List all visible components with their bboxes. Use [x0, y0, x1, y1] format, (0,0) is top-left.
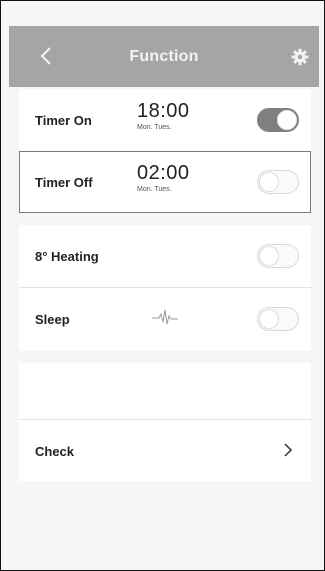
- back-icon[interactable]: [37, 44, 57, 68]
- check-panel: Check: [19, 363, 311, 481]
- app-header: Function: [9, 26, 319, 87]
- timer-on-days: Mon. Tues.: [137, 124, 172, 131]
- mode-panel: 8° Heating Sleep: [19, 225, 311, 351]
- toggle-knob: [259, 309, 279, 329]
- sleep-toggle[interactable]: [257, 307, 299, 331]
- sleep-label: Sleep: [35, 311, 70, 327]
- timer-off-row[interactable]: Timer Off 02:00 Mon. Tues.: [19, 151, 311, 213]
- timer-on-time-block: 18:00 Mon. Tues.: [137, 100, 190, 131]
- page-title: Function: [129, 47, 199, 65]
- timer-panel: Timer On 18:00 Mon. Tues. Timer Off 02:0…: [19, 89, 311, 213]
- timer-off-time-block: 02:00 Mon. Tues.: [137, 162, 190, 193]
- timer-on-label: Timer On: [35, 112, 92, 128]
- toggle-knob: [277, 110, 297, 130]
- toggle-knob: [259, 246, 279, 266]
- heating-label: 8° Heating: [35, 248, 99, 264]
- chevron-right-icon: [284, 443, 293, 457]
- timer-on-toggle[interactable]: [257, 108, 299, 132]
- timer-on-time: 18:00: [137, 100, 190, 122]
- timer-off-toggle[interactable]: [257, 170, 299, 194]
- check-label: Check: [35, 443, 75, 459]
- gear-icon[interactable]: [291, 48, 309, 66]
- timer-off-time: 02:00: [137, 162, 190, 184]
- sleep-wave-icon: [152, 309, 178, 325]
- heating-toggle[interactable]: [257, 244, 299, 268]
- timer-off-days: Mon. Tues.: [137, 186, 172, 193]
- phone-frame: Function Timer On 18:00 Mon. Tues. Timer…: [0, 0, 325, 571]
- check-row[interactable]: Check: [19, 420, 311, 482]
- sleep-row[interactable]: Sleep: [19, 288, 311, 350]
- timer-off-label: Timer Off: [35, 174, 93, 190]
- heating-row[interactable]: 8° Heating: [19, 225, 311, 287]
- empty-row: [19, 363, 311, 419]
- timer-on-row[interactable]: Timer On 18:00 Mon. Tues.: [19, 89, 311, 151]
- toggle-knob: [259, 172, 279, 192]
